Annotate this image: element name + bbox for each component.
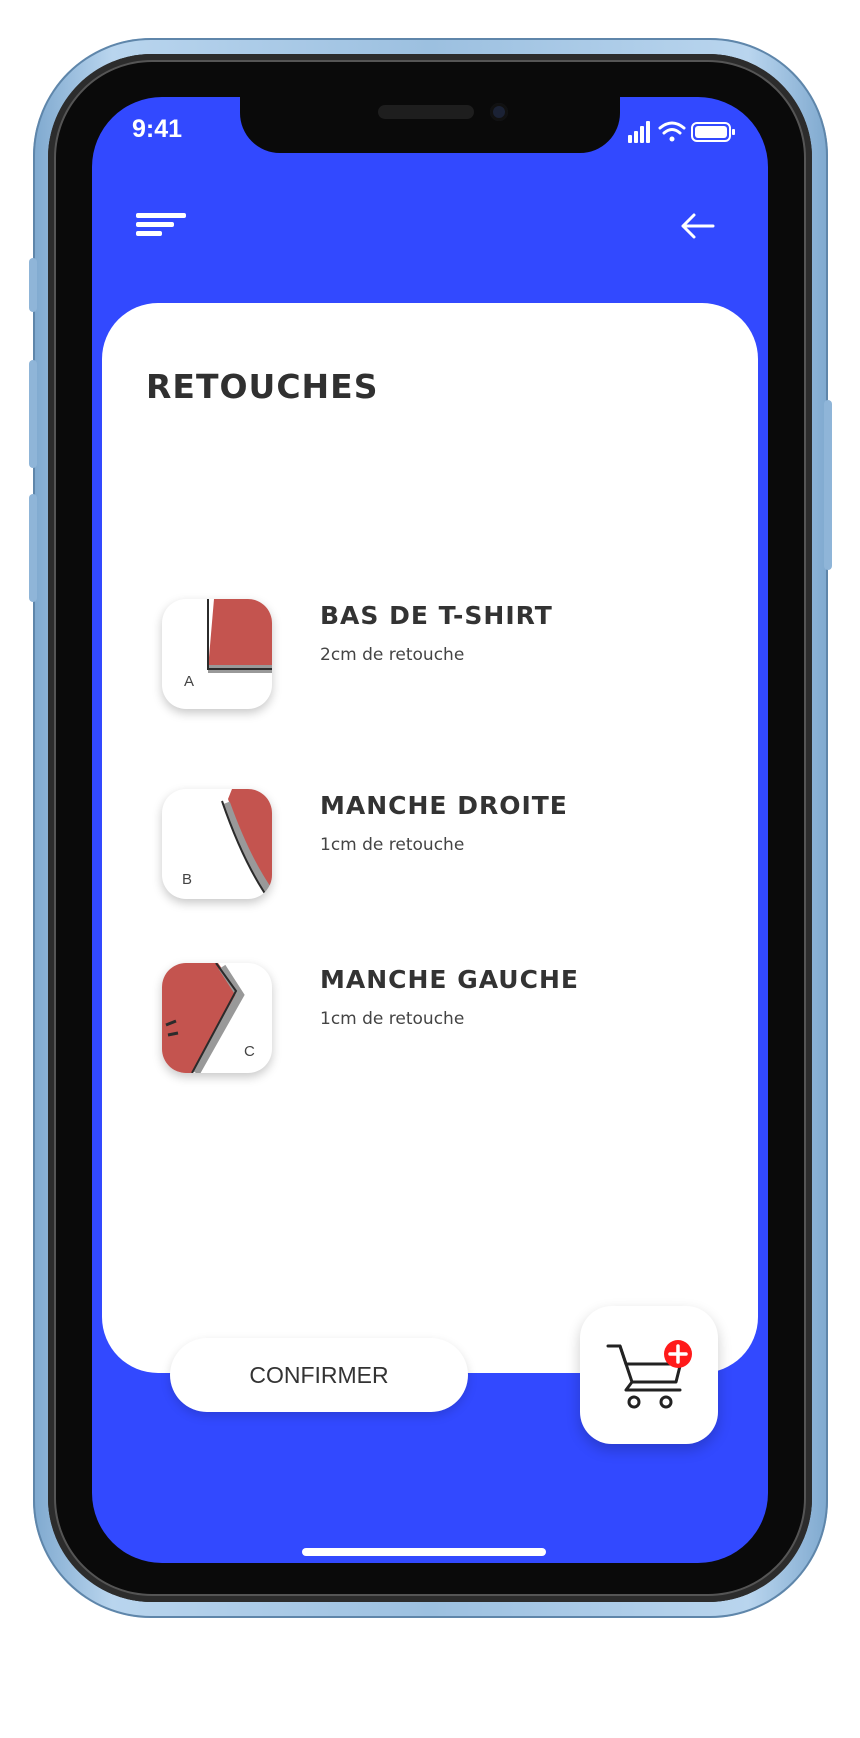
page-title: RETOUCHES (146, 367, 379, 406)
item-detail: 2cm de retouche (320, 645, 465, 665)
item-detail: 1cm de retouche (320, 1009, 465, 1029)
notch (240, 97, 620, 153)
home-indicator (302, 1548, 546, 1556)
phone-volume-down (29, 494, 37, 602)
item-name: MANCHE DROITE (320, 791, 568, 820)
status-time: 9:41 (132, 115, 183, 143)
cart-button[interactable] (580, 1306, 718, 1444)
menu-icon[interactable] (136, 213, 188, 243)
battery-icon (691, 122, 735, 142)
item-detail: 1cm de retouche (320, 835, 465, 855)
item-name: BAS DE T-SHIRT (320, 601, 553, 630)
fabric-thumbnail-b: B (162, 789, 272, 899)
list-item-bas-de-tshirt[interactable]: A BAS DE T-SHIRT 2cm de retouche (162, 599, 722, 711)
left-sleeve-icon (162, 963, 245, 1073)
list-item-manche-gauche[interactable]: C MANCHE GAUCHE 1cm de retouche (162, 963, 722, 1075)
thumbnail-label: C (244, 1043, 255, 1060)
thumbnail-label: A (184, 673, 195, 690)
phone-volume-up (29, 360, 37, 468)
thumbnail-label: B (182, 871, 193, 888)
signal-icon (628, 121, 650, 143)
fabric-thumbnail-c: C (162, 963, 272, 1073)
phone-power-button (824, 400, 832, 570)
tshirt-hem-icon (207, 599, 272, 673)
phone-silent-switch (29, 258, 37, 312)
wifi-icon (658, 121, 686, 142)
right-sleeve-icon (221, 789, 272, 896)
fabric-thumbnail-a: A (162, 599, 272, 709)
arrow-left-icon[interactable] (678, 209, 716, 243)
status-icons (628, 121, 735, 143)
list-item-manche-droite[interactable]: B MANCHE DROITE 1cm de retouche (162, 789, 722, 901)
front-camera (490, 103, 508, 121)
item-name: MANCHE GAUCHE (320, 965, 579, 994)
confirm-button[interactable]: CONFIRMER (170, 1338, 468, 1412)
cart-add-icon (606, 1340, 692, 1409)
speaker-grille (378, 105, 474, 119)
content-card: RETOUCHES A BAS DE T-SHIRT 2cm de retouc… (102, 303, 758, 1373)
